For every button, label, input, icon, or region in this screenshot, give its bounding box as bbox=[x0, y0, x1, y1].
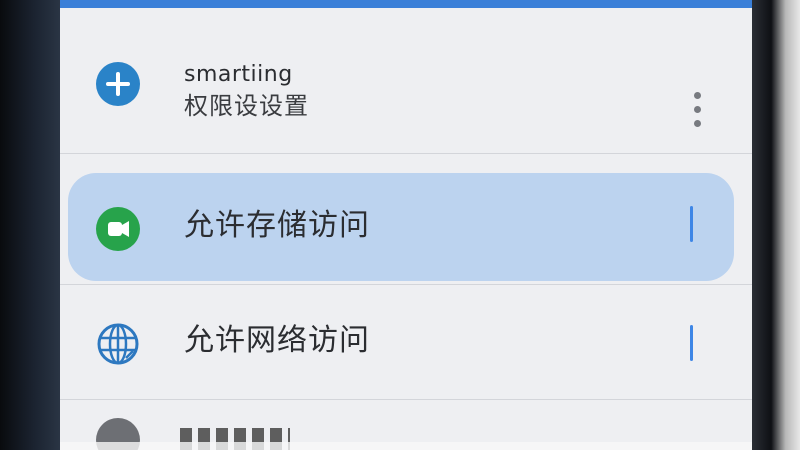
kebab-dot-1 bbox=[694, 92, 701, 99]
phone-right-edge bbox=[752, 0, 800, 450]
screen-bottom-glare bbox=[60, 442, 754, 450]
network-label: 允许网络访问 bbox=[184, 323, 370, 358]
plus-circle-icon-svg bbox=[96, 62, 140, 106]
network-toggle-indicator[interactable] bbox=[690, 325, 693, 361]
globe-icon-svg bbox=[97, 323, 139, 365]
storage-toggle-indicator[interactable] bbox=[690, 206, 693, 242]
header-subtitle: 权限设设置 bbox=[184, 92, 309, 120]
more-vertical-icon[interactable] bbox=[694, 92, 702, 132]
top-accent-bar bbox=[60, 0, 754, 8]
kebab-dot-2 bbox=[694, 106, 701, 113]
globe-icon bbox=[94, 320, 142, 368]
storage-label: 允许存储访问 bbox=[184, 208, 370, 243]
header-row: smartiing 权限设设置 bbox=[60, 20, 754, 130]
kebab-dot-3 bbox=[694, 120, 701, 127]
header-title: smartiing bbox=[184, 62, 293, 87]
phone-left-edge bbox=[0, 0, 62, 450]
screenshot-frame: smartiing 权限设设置 允许存储访问 允许网络访问 bbox=[0, 0, 800, 450]
phone-screen: smartiing 权限设设置 允许存储访问 允许网络访问 bbox=[60, 0, 754, 450]
plus-circle-icon[interactable] bbox=[94, 60, 142, 108]
list-item-network-access[interactable]: 允许网络访问 bbox=[60, 280, 754, 390]
list-item-storage-access[interactable]: 允许存储访问 bbox=[60, 165, 754, 275]
divider-header bbox=[60, 153, 754, 154]
divider-network-next bbox=[60, 399, 754, 400]
storage-icon bbox=[94, 205, 142, 253]
storage-icon-svg bbox=[96, 207, 140, 251]
